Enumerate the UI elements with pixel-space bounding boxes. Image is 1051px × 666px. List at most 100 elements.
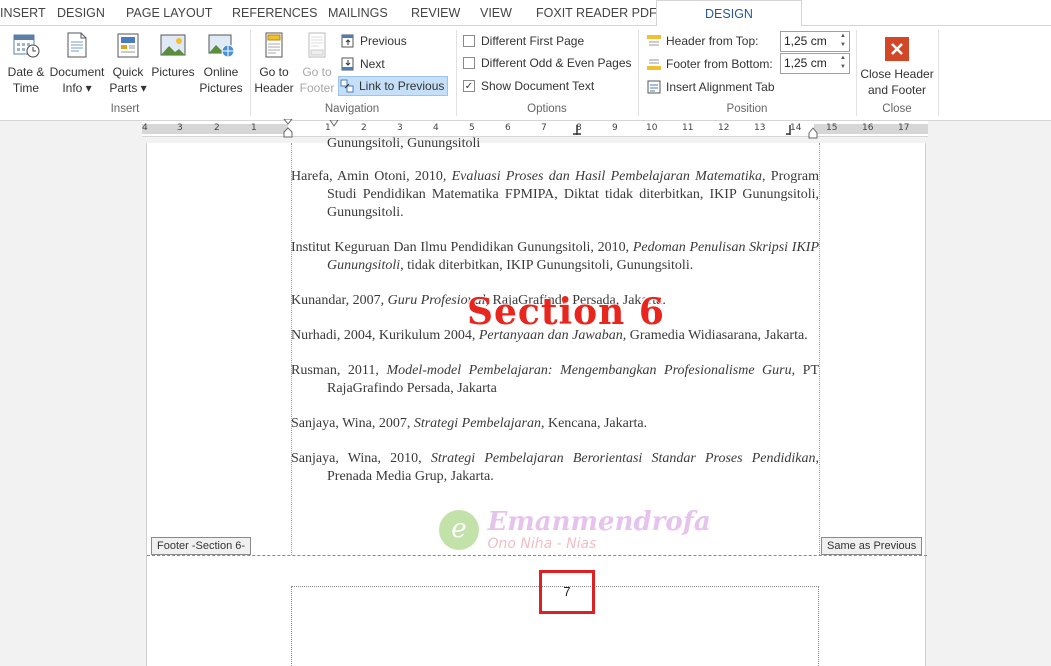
date-time-button[interactable]: Date & Time: [4, 30, 48, 96]
insert-alignment-tab-button[interactable]: Insert Alignment Tab: [646, 77, 778, 97]
tab-review[interactable]: REVIEW: [411, 0, 460, 26]
pictures-icon: [160, 34, 186, 56]
online-pictures-icon: [208, 34, 235, 58]
date-time-label-1: Date &: [7, 65, 45, 79]
previous-label: Previous: [360, 34, 407, 48]
right-margin-guide: [819, 143, 820, 555]
ruler-number: 15: [826, 123, 838, 133]
online-pictures-label-2: Pictures: [199, 81, 243, 95]
ruler-number: 10: [646, 123, 658, 133]
go-to-footer-icon: [308, 32, 326, 58]
partial-reference-line: Gunungsitoli, Gunungsitoli: [327, 136, 481, 151]
quick-parts-button[interactable]: Quick Parts ▾: [108, 30, 148, 96]
ruler-number: 4: [433, 123, 439, 133]
close-header-footer-label-2: and Footer: [867, 83, 927, 97]
ruler-number: 3: [397, 123, 403, 133]
ruler-number: 3: [177, 123, 183, 133]
ruler-number: 16: [862, 123, 874, 133]
tab-page-layout[interactable]: PAGE LAYOUT: [126, 0, 212, 26]
tab-insert[interactable]: INSERT: [0, 0, 46, 26]
tab-view[interactable]: VIEW: [480, 0, 512, 26]
go-to-header-icon: [265, 32, 283, 58]
watermark: e Emanmendrofa Ono Niha - Nias: [439, 508, 711, 552]
footer-from-bottom-label-row: Footer from Bottom:: [646, 54, 776, 74]
group-divider: [856, 30, 857, 116]
ruler-number: 2: [361, 123, 367, 133]
go-to-footer-label-2: Footer: [299, 81, 335, 95]
close-header-footer-button[interactable]: Close Header and Footer: [858, 30, 936, 98]
go-to-header-label-1: Go to: [259, 65, 289, 79]
different-first-page-label: Different First Page: [481, 34, 585, 48]
previous-button[interactable]: Previous: [340, 31, 410, 51]
reference-entry: Rusman, 2011, Model-model Pembelajaran: …: [291, 363, 819, 396]
insert-alignment-tab-label: Insert Alignment Tab: [666, 80, 775, 94]
ruler-number: 6: [505, 123, 511, 133]
link-to-previous-icon: [340, 79, 354, 93]
next-button[interactable]: Next: [340, 54, 388, 74]
header-from-top-input[interactable]: 1,25 cm ▲ ▼: [780, 31, 850, 52]
different-odd-even-label: Different Odd & Even Pages: [481, 56, 632, 70]
document-info-button[interactable]: Document Info ▾: [48, 30, 106, 96]
same-as-previous-tag: Same as Previous: [821, 537, 923, 555]
group-divider: [938, 30, 939, 116]
pictures-button[interactable]: Pictures: [150, 30, 196, 80]
footer-position-icon: [647, 59, 661, 70]
different-first-page-checkbox[interactable]: Different First Page: [463, 31, 587, 51]
ruler-number: 12: [718, 123, 730, 133]
show-document-text-checkbox[interactable]: ✓ Show Document Text: [463, 76, 597, 96]
first-line-indent-icon[interactable]: [329, 120, 339, 128]
tab-stop-icon[interactable]: [786, 125, 794, 135]
spin-arrows-icon[interactable]: ▲ ▼: [837, 54, 849, 73]
ruler-number: 17: [898, 123, 910, 133]
online-pictures-button[interactable]: Online Pictures: [198, 30, 244, 96]
tab-references[interactable]: REFERENCES: [232, 0, 317, 26]
show-document-text-label: Show Document Text: [481, 79, 595, 93]
ribbon: Date & Time Document Info ▾ Quick Parts …: [0, 26, 1051, 121]
position-group-label: Position: [726, 103, 768, 115]
tab-mailings[interactable]: MAILINGS: [328, 0, 388, 26]
page-number[interactable]: 7: [539, 570, 595, 614]
checkmark-icon: ✓: [463, 80, 475, 92]
document-info-label-2: Info ▾: [62, 81, 92, 95]
previous-section-icon: [341, 34, 354, 48]
watermark-subtitle: Ono Niha - Nias: [487, 536, 597, 552]
online-pictures-label-1: Online: [203, 65, 239, 79]
different-odd-even-checkbox[interactable]: Different Odd & Even Pages: [463, 53, 635, 73]
group-divider: [250, 30, 251, 116]
link-to-previous-label: Link to Previous: [359, 79, 445, 93]
tab-stop-icon[interactable]: [573, 125, 581, 135]
go-to-footer-label-1: Go to: [302, 65, 332, 79]
close-icon: [885, 37, 909, 61]
footer-from-bottom-value: 1,25 cm: [784, 56, 827, 70]
go-to-footer-button[interactable]: Go to Footer: [296, 30, 338, 96]
link-to-previous-button[interactable]: Link to Previous: [338, 76, 449, 96]
close-header-footer-label-1: Close Header: [860, 67, 934, 81]
options-group-label: Options: [527, 103, 567, 115]
footer-from-bottom-label: Footer from Bottom:: [666, 57, 773, 71]
quick-parts-label-2: Parts ▾: [109, 81, 147, 95]
next-section-icon: [341, 57, 354, 71]
close-group-label: Close: [882, 103, 912, 115]
go-to-header-button[interactable]: Go to Header: [254, 30, 294, 96]
reference-entry: Institut Keguruan Dan Ilmu Pendidikan Gu…: [291, 240, 819, 273]
header-from-top-label: Header from Top:: [666, 34, 759, 48]
calendar-clock-icon: [13, 34, 40, 58]
tab-design-doc[interactable]: DESIGN: [57, 0, 105, 26]
reference-entry: Sanjaya, Wina, 2007, Strategi Pembelajar…: [291, 416, 648, 431]
date-time-label-2: Time: [12, 81, 40, 95]
ruler-number: 5: [469, 123, 475, 133]
ruler-number: 9: [612, 123, 618, 133]
quick-parts-label-1: Quick: [112, 65, 144, 79]
navigation-group-label: Navigation: [324, 103, 380, 115]
quick-parts-icon: [117, 33, 139, 58]
document-info-icon: [67, 32, 87, 58]
ruler-number: 11: [682, 123, 694, 133]
go-to-header-label-2: Header: [254, 81, 294, 95]
footer-from-bottom-input[interactable]: 1,25 cm ▲ ▼: [780, 53, 850, 74]
spin-arrows-icon[interactable]: ▲ ▼: [837, 32, 849, 51]
tab-header-footer-design[interactable]: DESIGN: [656, 0, 802, 27]
tab-foxit-reader-pdf[interactable]: FOXIT READER PDF: [536, 0, 657, 26]
ribbon-tabs: INSERT DESIGN PAGE LAYOUT REFERENCES MAI…: [0, 0, 1051, 27]
pictures-label-1: Pictures: [151, 65, 195, 79]
document-page[interactable]: Gunungsitoli, Gunungsitoli Harefa, Amin …: [146, 136, 927, 666]
